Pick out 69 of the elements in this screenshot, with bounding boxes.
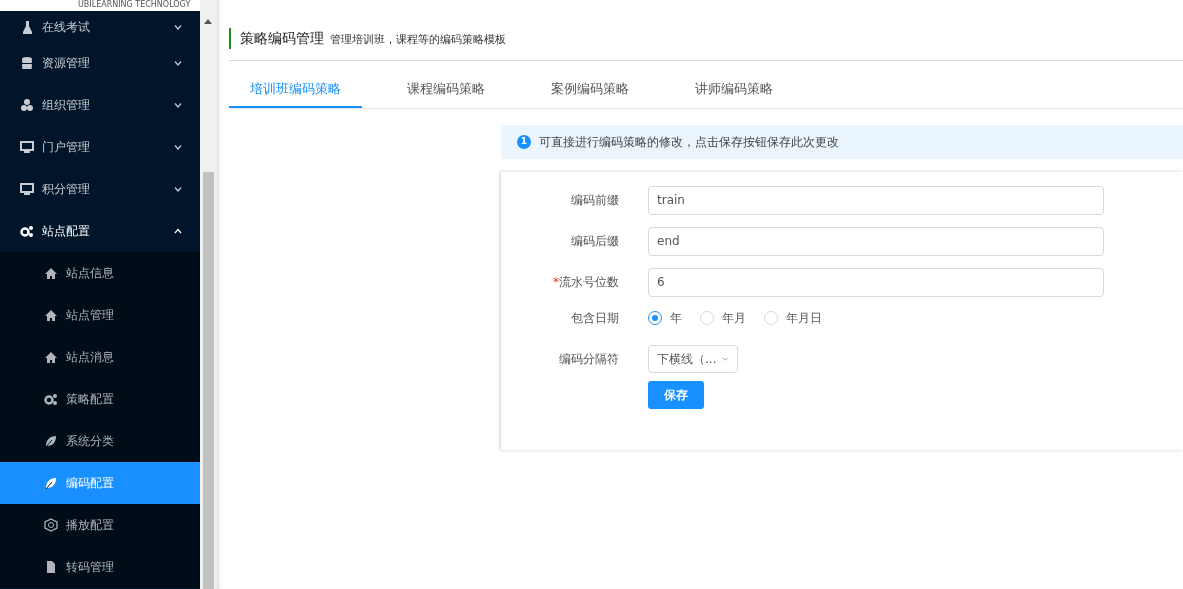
submenu-item[interactable]: 策略配置 (0, 378, 200, 420)
cubes-icon (20, 98, 34, 112)
submenu-item[interactable]: 站点消息 (0, 336, 200, 378)
sidebar-label: 积分管理 (42, 181, 90, 198)
home-icon (44, 350, 58, 364)
radio-option[interactable]: 年 (648, 308, 682, 327)
gears-icon (44, 392, 58, 406)
scrollbar[interactable] (200, 0, 217, 589)
sidebar-label: 资源管理 (42, 55, 90, 72)
sidebar-label: 门户管理 (42, 139, 90, 156)
input-field[interactable]: train (648, 185, 1104, 215)
gears-icon (20, 224, 34, 238)
monitor-icon (20, 140, 34, 154)
separator-select[interactable]: 下横线（... (648, 344, 738, 373)
submenu-label: 系统分类 (66, 433, 114, 450)
chevron-icon (174, 101, 182, 109)
flask-icon (20, 19, 34, 34)
logo-text: UBILEARNING TECHNOLOGY (0, 0, 200, 11)
sidebar-label: 组织管理 (42, 97, 90, 114)
radio-option[interactable]: 年月日 (764, 308, 822, 327)
database-icon (20, 56, 34, 70)
sidebar-item[interactable]: 站点配置 (0, 210, 200, 252)
input-field[interactable]: end (648, 226, 1104, 256)
sidebar-label: 站点配置 (42, 223, 90, 240)
sidebar-item[interactable]: 在线考试 (0, 11, 200, 42)
submenu-item[interactable]: 站点管理 (0, 294, 200, 336)
submenu-item[interactable]: 转码管理 (0, 546, 200, 588)
tab[interactable]: 案例编码策略 (530, 75, 650, 108)
home-icon (44, 266, 58, 280)
chevron-icon (174, 185, 182, 193)
field-label: 编码分隔符 (559, 351, 619, 366)
submenu-item[interactable]: 系统分类 (0, 420, 200, 462)
submenu-item[interactable]: 播放配置 (0, 504, 200, 546)
chevron-icon (174, 59, 182, 67)
field-label: 编码前缀 (571, 193, 619, 207)
submenu-label: 站点管理 (66, 307, 114, 324)
chevron-icon (174, 227, 182, 235)
submenu-label: 转码管理 (66, 559, 114, 576)
sidebar-label: 在线考试 (42, 18, 90, 36)
submenu-label: 策略配置 (66, 391, 114, 408)
field-label: 包含日期 (571, 310, 619, 325)
notice-text: 可直接进行编码策略的修改，点击保存按钮保存此次更改 (539, 133, 839, 151)
monitor-icon (20, 182, 34, 196)
sidebar-item[interactable]: 积分管理 (0, 168, 200, 210)
input-field[interactable]: 6 (648, 267, 1104, 297)
submenu-label: 站点信息 (66, 265, 114, 282)
submenu-label: 播放配置 (66, 517, 114, 534)
page-title: 策略编码管理 (240, 29, 324, 48)
tab[interactable]: 讲师编码策略 (674, 75, 794, 108)
leaf-icon (44, 476, 58, 490)
chevron-icon (174, 143, 182, 151)
sidebar-item[interactable]: 门户管理 (0, 126, 200, 168)
submenu-label: 站点消息 (66, 349, 114, 366)
page-subtitle: 管理培训班，课程等的编码策略模板 (330, 32, 506, 48)
hexagon-icon (44, 518, 58, 532)
submenu-item[interactable]: 站点信息 (0, 252, 200, 294)
chevron-icon (174, 22, 182, 31)
leaf-icon (44, 434, 58, 448)
home-icon (44, 308, 58, 322)
file-icon (44, 560, 58, 574)
sidebar-item[interactable]: 组织管理 (0, 84, 200, 126)
scroll-up-icon[interactable] (204, 18, 212, 24)
tab[interactable]: 课程编码策略 (386, 75, 506, 108)
submenu-label: 编码配置 (66, 475, 114, 492)
field-label: *流水号位数 (553, 275, 619, 289)
sidebar-item[interactable]: 资源管理 (0, 42, 200, 84)
info-badge: 1 (517, 134, 531, 149)
radio-option[interactable]: 年月 (700, 308, 746, 327)
field-label: 编码后缀 (571, 234, 619, 248)
